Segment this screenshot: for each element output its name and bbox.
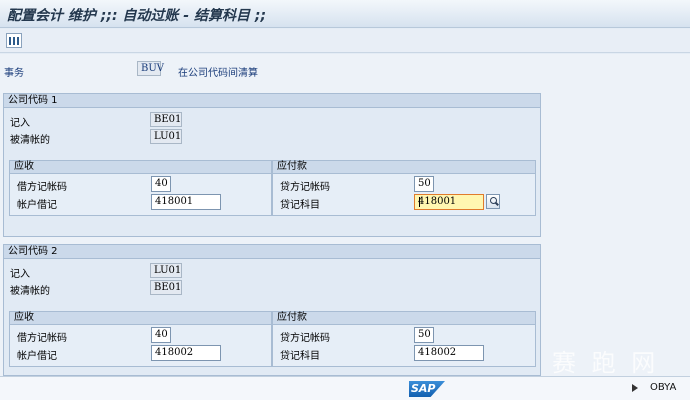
post-label: 记入 [10,269,30,280]
credit-key-label: 贷方记帐码 [280,333,330,344]
payable-group: 应付款 贷方记帐码 50 贷记科目 418002 [272,311,536,367]
group-header: 公司代码 1 [4,94,540,108]
cleared-label: 被清帐的 [10,286,50,297]
cleared-value: LU01 [150,129,182,144]
company-code-1-group: 公司代码 1 记入 BE01 被清帐的 LU01 应收 借方记帐码 40 帐户借… [3,93,541,237]
debit-account-label: 帐户借记 [17,200,57,211]
post-label: 记入 [10,118,30,129]
credit-account-label: 贷记科目 [280,200,320,211]
transaction-code: BUV [137,61,164,76]
payable-header: 应付款 [273,312,535,325]
credit-key-field[interactable]: 50 [414,327,434,343]
receivable-header: 应收 [10,161,271,174]
debit-key-label: 借方记帐码 [17,333,67,344]
search-help-button[interactable] [486,194,500,209]
company-code-2-group: 公司代码 2 记入 LU01 被清帐的 BE01 应收 借方记帐码 40 帐户借… [3,244,541,376]
payable-group: 应付款 贷方记帐码 50 贷记科目 418001 [272,160,536,216]
cleared-value: BE01 [150,280,182,295]
application-toolbar [0,29,690,53]
receivable-group: 应收 借方记帐码 40 帐户借记 418001 [9,160,272,216]
transaction-description: 在公司代码间清算 [178,68,258,79]
transaction-label: 事务 [4,68,24,79]
debit-key-label: 借方记帐码 [17,182,67,193]
page-title: 配置会计 维护 ;;: 自动过账 - 结算科目 ;; [7,8,267,24]
sap-logo: SAP [409,381,445,397]
debit-account-field[interactable]: 418002 [151,345,221,361]
debit-key-field[interactable]: 40 [151,176,171,192]
credit-key-label: 贷方记帐码 [280,182,330,193]
column-layout-icon[interactable] [6,33,22,48]
receivable-header: 应收 [10,312,271,325]
credit-account-field[interactable]: 418002 [414,345,484,361]
credit-account-label: 贷记科目 [280,351,320,362]
status-bar: SAP OBYA [0,376,690,400]
expand-status-icon[interactable] [632,384,638,392]
payable-header: 应付款 [273,161,535,174]
title-bar: 配置会计 维护 ;;: 自动过账 - 结算科目 ;; [0,0,690,28]
system-info[interactable]: OBYA [650,382,676,393]
post-value: BE01 [150,112,182,127]
receivable-group: 应收 借方记帐码 40 帐户借记 418002 [9,311,272,367]
credit-key-field[interactable]: 50 [414,176,434,192]
group-header: 公司代码 2 [4,245,540,259]
cleared-label: 被清帐的 [10,135,50,146]
debit-account-field[interactable]: 418001 [151,194,221,210]
debit-account-label: 帐户借记 [17,351,57,362]
main-area: 事务 BUV 在公司代码间清算 公司代码 1 记入 BE01 被清帐的 LU01… [0,54,690,376]
watermark: 赛 跑 网 [552,349,660,377]
credit-account-field[interactable]: 418001 [414,194,484,210]
debit-key-field[interactable]: 40 [151,327,171,343]
post-value: LU01 [150,263,182,278]
